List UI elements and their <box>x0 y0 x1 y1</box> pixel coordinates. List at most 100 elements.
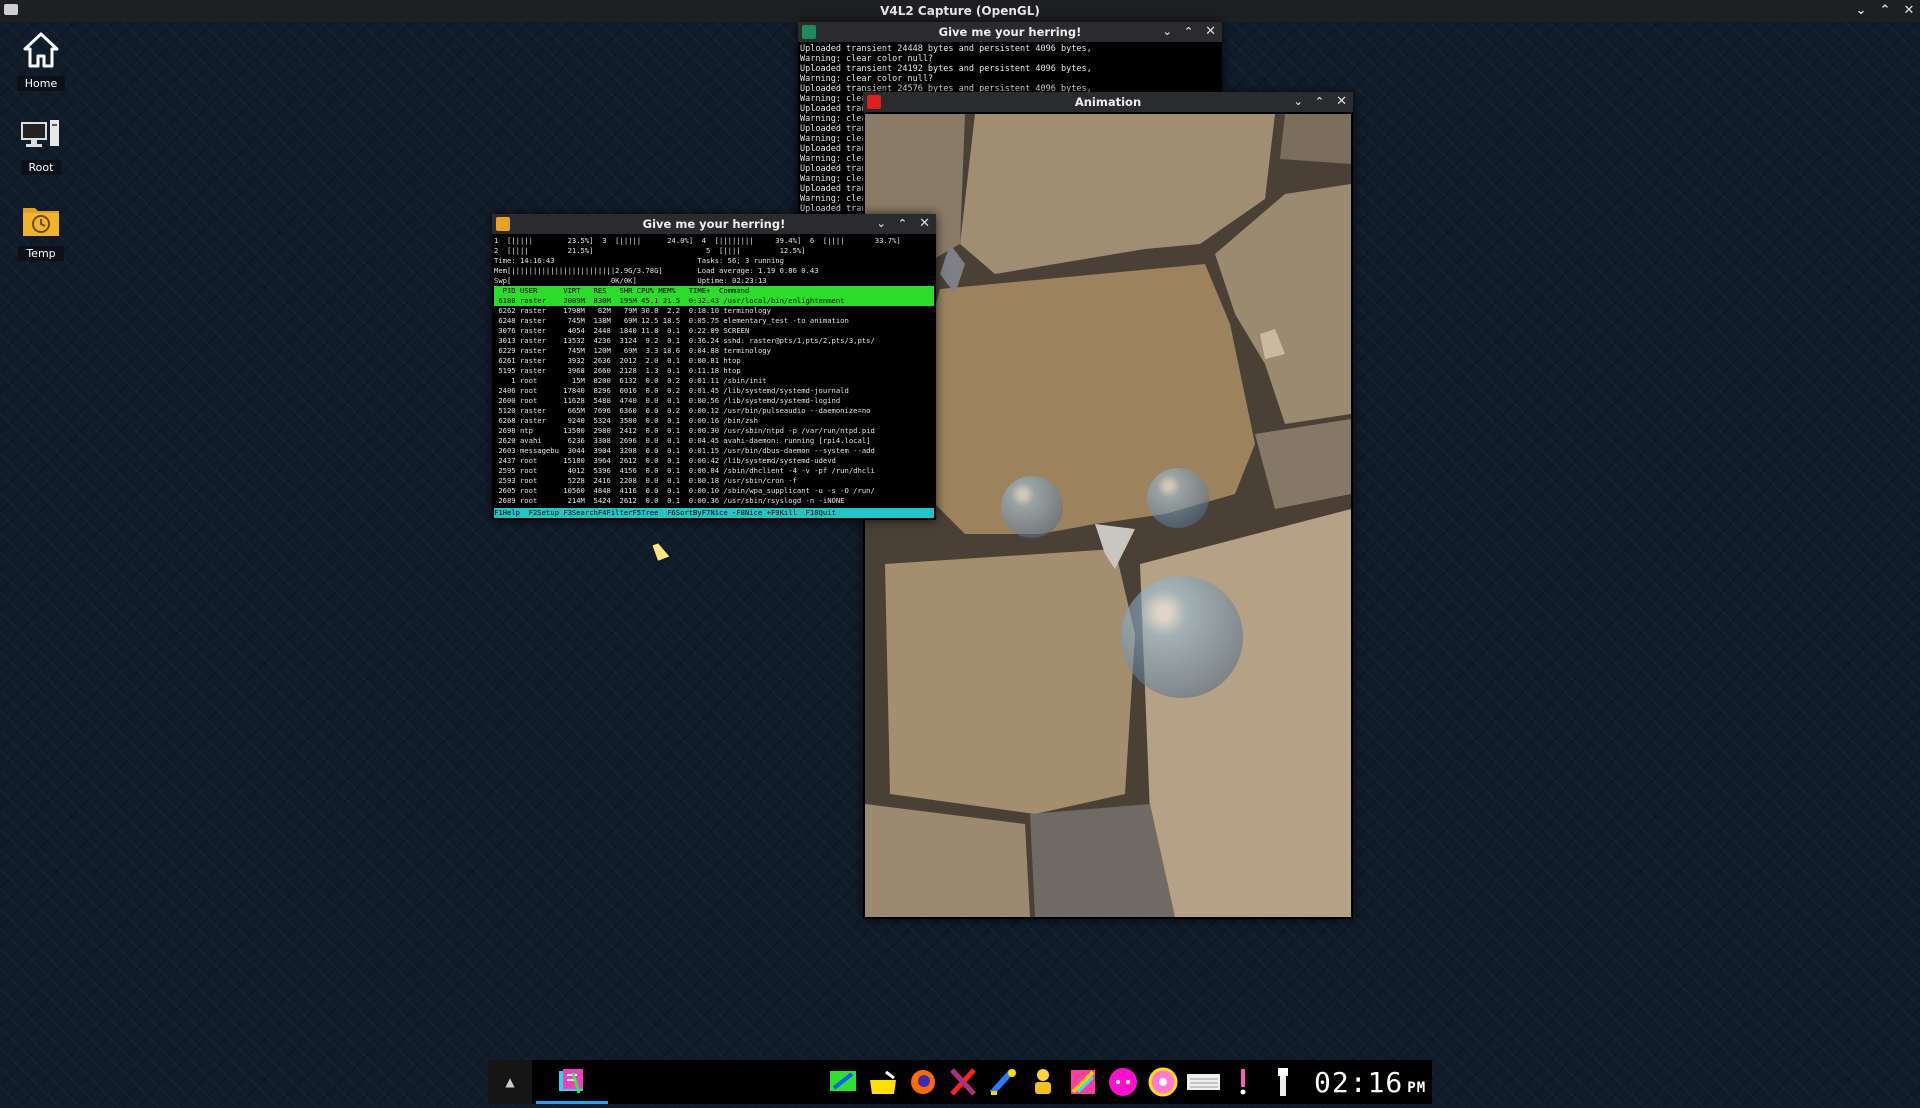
htop-meter-line: Mem[||||||||||||||||||||||||2.9G/3.78G] … <box>494 266 819 275</box>
keyboard-launcher[interactable] <box>1186 1065 1220 1099</box>
htop-meter-line: 1 [||||| 23.5%] 3 [||||| 24.0%] 4 [|||||… <box>494 236 901 245</box>
htop-process-row[interactable]: 2620 avahi 6236 3308 2696 0.0 0.1 0:04.4… <box>494 436 934 446</box>
htop-process-row[interactable]: 5195 raster 3968 2660 2128 1.3 0.1 0:11.… <box>494 366 934 376</box>
bubble <box>1121 576 1243 698</box>
minimize-icon[interactable]: ⌄ <box>1854 2 1868 20</box>
window-title: Give me your herring! <box>938 25 1082 39</box>
animation-canvas[interactable] <box>865 114 1351 917</box>
window-titlebar[interactable]: Animation ⌄ ⌃ ✕ <box>863 92 1353 112</box>
firefox-launcher[interactable] <box>906 1065 940 1099</box>
terminal-line: Uploaded transient 24192 bytes and persi… <box>800 64 1092 74</box>
htop-process-row[interactable]: 3013 raster 13532 4236 3124 9.2 0.1 0:36… <box>494 336 934 346</box>
terminal-line: Uploaded transient 24448 bytes and persi… <box>800 44 1092 54</box>
usb-launcher[interactable] <box>1266 1065 1300 1099</box>
close-icon[interactable]: ✕ <box>1902 2 1916 20</box>
desktop-icon-home[interactable]: Home <box>10 28 72 91</box>
close-icon[interactable]: ✕ <box>1336 93 1347 111</box>
computer-icon <box>10 112 72 156</box>
htop-process-row[interactable]: 2593 root 5228 2416 2208 0.0 0.1 0:00.18… <box>494 476 934 486</box>
htop-process-row[interactable]: 3076 raster 4054 2448 1840 11.8 0.1 0:22… <box>494 326 934 336</box>
htop-process-row[interactable]: 2605 root 10560 4848 4116 0.0 0.1 0:00.1… <box>494 486 934 496</box>
close-icon[interactable]: ✕ <box>919 215 930 233</box>
alert-launcher[interactable] <box>1226 1065 1260 1099</box>
terminal-line: Warning: clear color null? <box>800 74 934 84</box>
minimize-icon[interactable]: ⌄ <box>877 215 886 233</box>
htop-process-list[interactable]: 6262 raster 1798M 82M 79M 30.8 2.2 0:18.… <box>494 306 934 506</box>
htop-window[interactable]: Give me your herring! ⌄ ⌃ ✕ 1 [||||| 23.… <box>492 214 936 520</box>
htop-meters: 1 [||||| 23.5%] 3 [||||| 24.0%] 4 [|||||… <box>494 236 934 286</box>
taskbar-task-terminal[interactable] <box>536 1060 608 1104</box>
htop-selected-row[interactable]: 6180 raster 2089M 830M 195M 45.1 21.5 0:… <box>494 296 934 306</box>
files-launcher[interactable] <box>866 1065 900 1099</box>
media-icon <box>1109 1068 1137 1096</box>
htop-process-row[interactable]: 6261 raster 3932 2636 2012 2.0 0.1 0:00.… <box>494 356 934 366</box>
window-titlebar[interactable]: Give me your herring! ⌄ ⌃ ✕ <box>798 22 1222 42</box>
usb-icon <box>1278 1068 1288 1096</box>
disc-icon <box>1148 1067 1178 1097</box>
desktop-icon-temp[interactable]: Temp <box>10 198 72 261</box>
paint-icon <box>1071 1070 1095 1094</box>
close-icon[interactable]: ✕ <box>1205 23 1216 41</box>
htop-process-row[interactable]: 6229 raster 745M 120M 69M 3.3 18.6 0:04.… <box>494 346 934 356</box>
minimize-icon[interactable]: ⌄ <box>1294 93 1303 111</box>
terminal-icon <box>802 25 816 39</box>
media-launcher[interactable] <box>1106 1065 1140 1099</box>
disc-launcher[interactable] <box>1146 1065 1180 1099</box>
maximize-icon[interactable]: ⌃ <box>1315 93 1324 111</box>
app-icon <box>867 95 881 109</box>
bubble <box>1147 468 1209 528</box>
htop-process-row[interactable]: 6268 raster 9240 5324 3580 0.0 0.1 0:00.… <box>494 416 934 426</box>
htop-process-row[interactable]: 1 root 15M 8200 6132 0.0 0.2 0:01.11 /sb… <box>494 376 934 386</box>
minimize-icon[interactable]: ⌄ <box>1163 23 1172 41</box>
maximize-icon[interactable]: ⌃ <box>1878 2 1892 20</box>
htop-process-row[interactable]: 6262 raster 1798M 82M 79M 30.8 2.2 0:18.… <box>494 306 934 316</box>
folder-icon <box>870 1070 896 1094</box>
terminology-launcher[interactable] <box>826 1065 860 1099</box>
taskbar: ▲ 02:16 PM <box>488 1060 1432 1104</box>
active-indicator <box>536 1101 608 1104</box>
htop-column-header[interactable]: PID USER VIRT RES SHR CPU% MEM% TIME+ Co… <box>494 286 934 296</box>
htop-process-row[interactable]: 2406 root 17840 8296 6016 0.0 0.2 0:01.4… <box>494 386 934 396</box>
clock-ampm: PM <box>1407 1079 1427 1096</box>
maximize-icon[interactable]: ⌃ <box>1184 23 1193 41</box>
stone-wall-background <box>865 114 1351 917</box>
htop-meter-line: 2 [|||| 21.5%] 5 [|||| 12.5%] <box>494 246 806 255</box>
htop-process-row[interactable]: 2698 ntp 13500 2980 2412 0.0 0.1 0:00.30… <box>494 426 934 436</box>
clock-time: 02:16 <box>1314 1065 1404 1099</box>
bubble <box>1001 476 1063 538</box>
htop-process-row[interactable]: 6248 raster 745M 138M 69M 12.5 18.5 0:05… <box>494 316 934 326</box>
terminal-line: Warning: clear color null? <box>800 54 934 64</box>
graphics-launcher[interactable] <box>1066 1065 1100 1099</box>
app-icon <box>496 217 510 231</box>
clock[interactable]: 02:16 PM <box>1314 1066 1426 1099</box>
settings-launcher[interactable] <box>986 1065 1020 1099</box>
terminal-icon <box>830 1071 856 1091</box>
user-launcher[interactable] <box>1026 1065 1060 1099</box>
keyboard-icon <box>1187 1074 1220 1090</box>
htop-meter-line: Swp[ 0K/0K] Uptime: 02:23:13 <box>494 276 767 285</box>
htop-process-row[interactable]: 2689 root 214M 5424 2612 0.0 0.1 0:00.36… <box>494 496 934 506</box>
htop-process-row[interactable]: 2437 root 15180 3964 2612 0.0 0.1 0:00.4… <box>494 456 934 466</box>
wrench-icon <box>989 1068 1016 1096</box>
terminal-app-icon <box>559 1069 583 1094</box>
htop-meter-line: Time: 14:16:43 Tasks: 56; 3 running <box>494 256 784 265</box>
x-launcher[interactable] <box>946 1065 980 1099</box>
home-icon <box>10 28 72 72</box>
window-titlebar[interactable]: Give me your herring! ⌄ ⌃ ✕ <box>492 214 936 234</box>
htop-process-row[interactable]: 2600 root 11628 5480 4740 0.0 0.1 0:00.5… <box>494 396 934 406</box>
firefox-icon <box>911 1070 935 1094</box>
desktop-icon-label: Root <box>20 160 62 175</box>
htop-output[interactable]: 1 [||||| 23.5%] 3 [||||| 24.0%] 4 [|||||… <box>494 236 934 518</box>
exclamation-icon <box>1240 1069 1246 1095</box>
htop-process-row[interactable]: 2595 root 4012 5396 4156 0.0 0.1 0:00.04… <box>494 466 934 476</box>
htop-process-row[interactable]: 5120 raster 665M 7696 6360 0.0 0.2 0:00.… <box>494 406 934 416</box>
expand-button[interactable]: ▲ <box>488 1060 532 1104</box>
maximize-icon[interactable]: ⌃ <box>898 215 907 233</box>
window-title: Animation <box>1074 95 1142 109</box>
x-icon <box>950 1068 976 1096</box>
desktop-icon-root[interactable]: Root <box>10 112 72 175</box>
animation-window[interactable]: Animation ⌄ ⌃ ✕ <box>863 92 1353 919</box>
htop-process-row[interactable]: 2603 messagebu 3044 3904 3208 0.0 0.1 0:… <box>494 446 934 456</box>
app-menu-icon[interactable] <box>4 4 18 15</box>
htop-function-keys[interactable]: F1Help F2Setup F3SearchF4FilterF5Tree F6… <box>494 508 934 518</box>
